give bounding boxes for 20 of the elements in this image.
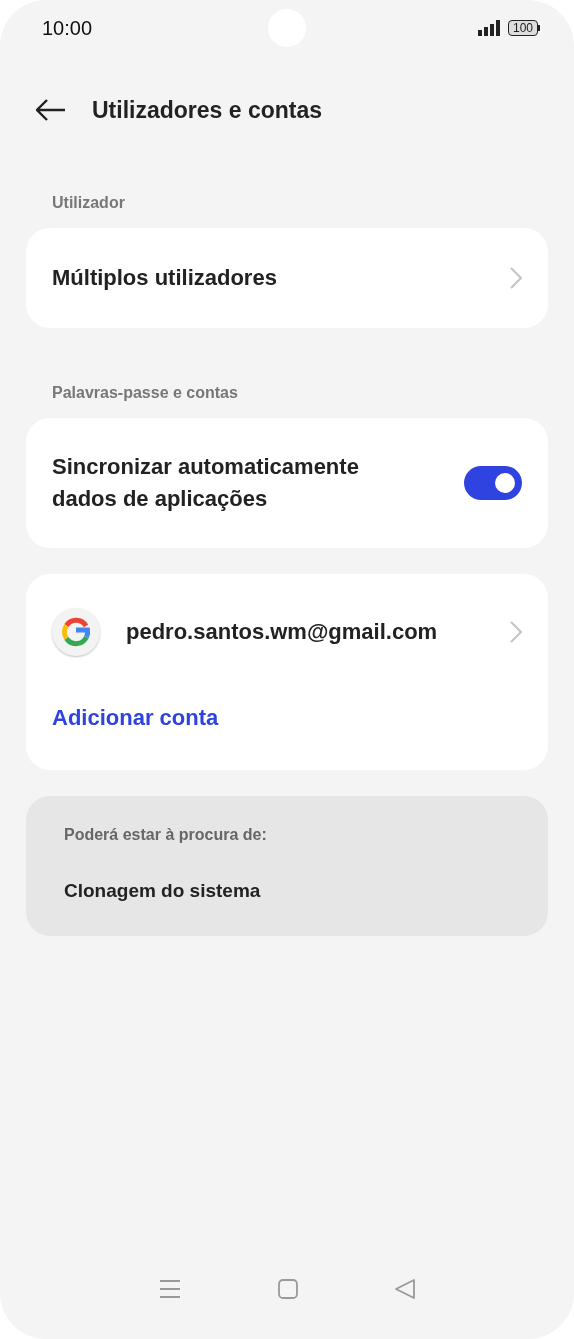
status-time: 10:00 bbox=[42, 16, 93, 40]
battery-icon: 100 bbox=[507, 20, 540, 36]
settings-row[interactable]: Múltiplos utilizadores bbox=[26, 228, 548, 328]
back-nav-icon[interactable] bbox=[395, 1279, 416, 1299]
chevron-right-icon bbox=[510, 267, 522, 289]
chevron-right-icon bbox=[510, 621, 522, 643]
add-account-link[interactable]: Adicionar conta bbox=[26, 690, 245, 746]
home-icon[interactable] bbox=[278, 1279, 298, 1299]
back-icon[interactable] bbox=[36, 99, 66, 121]
setting-label: Sincronizar automaticamente dados de aplicações bbox=[52, 453, 360, 513]
g-logo-icon bbox=[52, 608, 100, 656]
section-label: Utilizador bbox=[51, 193, 126, 213]
account-row[interactable]: pedro.santos.wm@gmail.com bbox=[26, 574, 548, 690]
signal-icon bbox=[477, 20, 500, 36]
suggestion-title: Poderá estar à procura de: bbox=[64, 826, 268, 844]
menu-icon[interactable] bbox=[158, 1279, 181, 1299]
suggestion-item[interactable]: Clonagem do sistema bbox=[64, 880, 510, 902]
page-title: Utilizadores e contas bbox=[92, 96, 323, 124]
section-label: Palavras-passe e contas bbox=[51, 383, 239, 403]
toggle-switch[interactable] bbox=[464, 466, 522, 500]
